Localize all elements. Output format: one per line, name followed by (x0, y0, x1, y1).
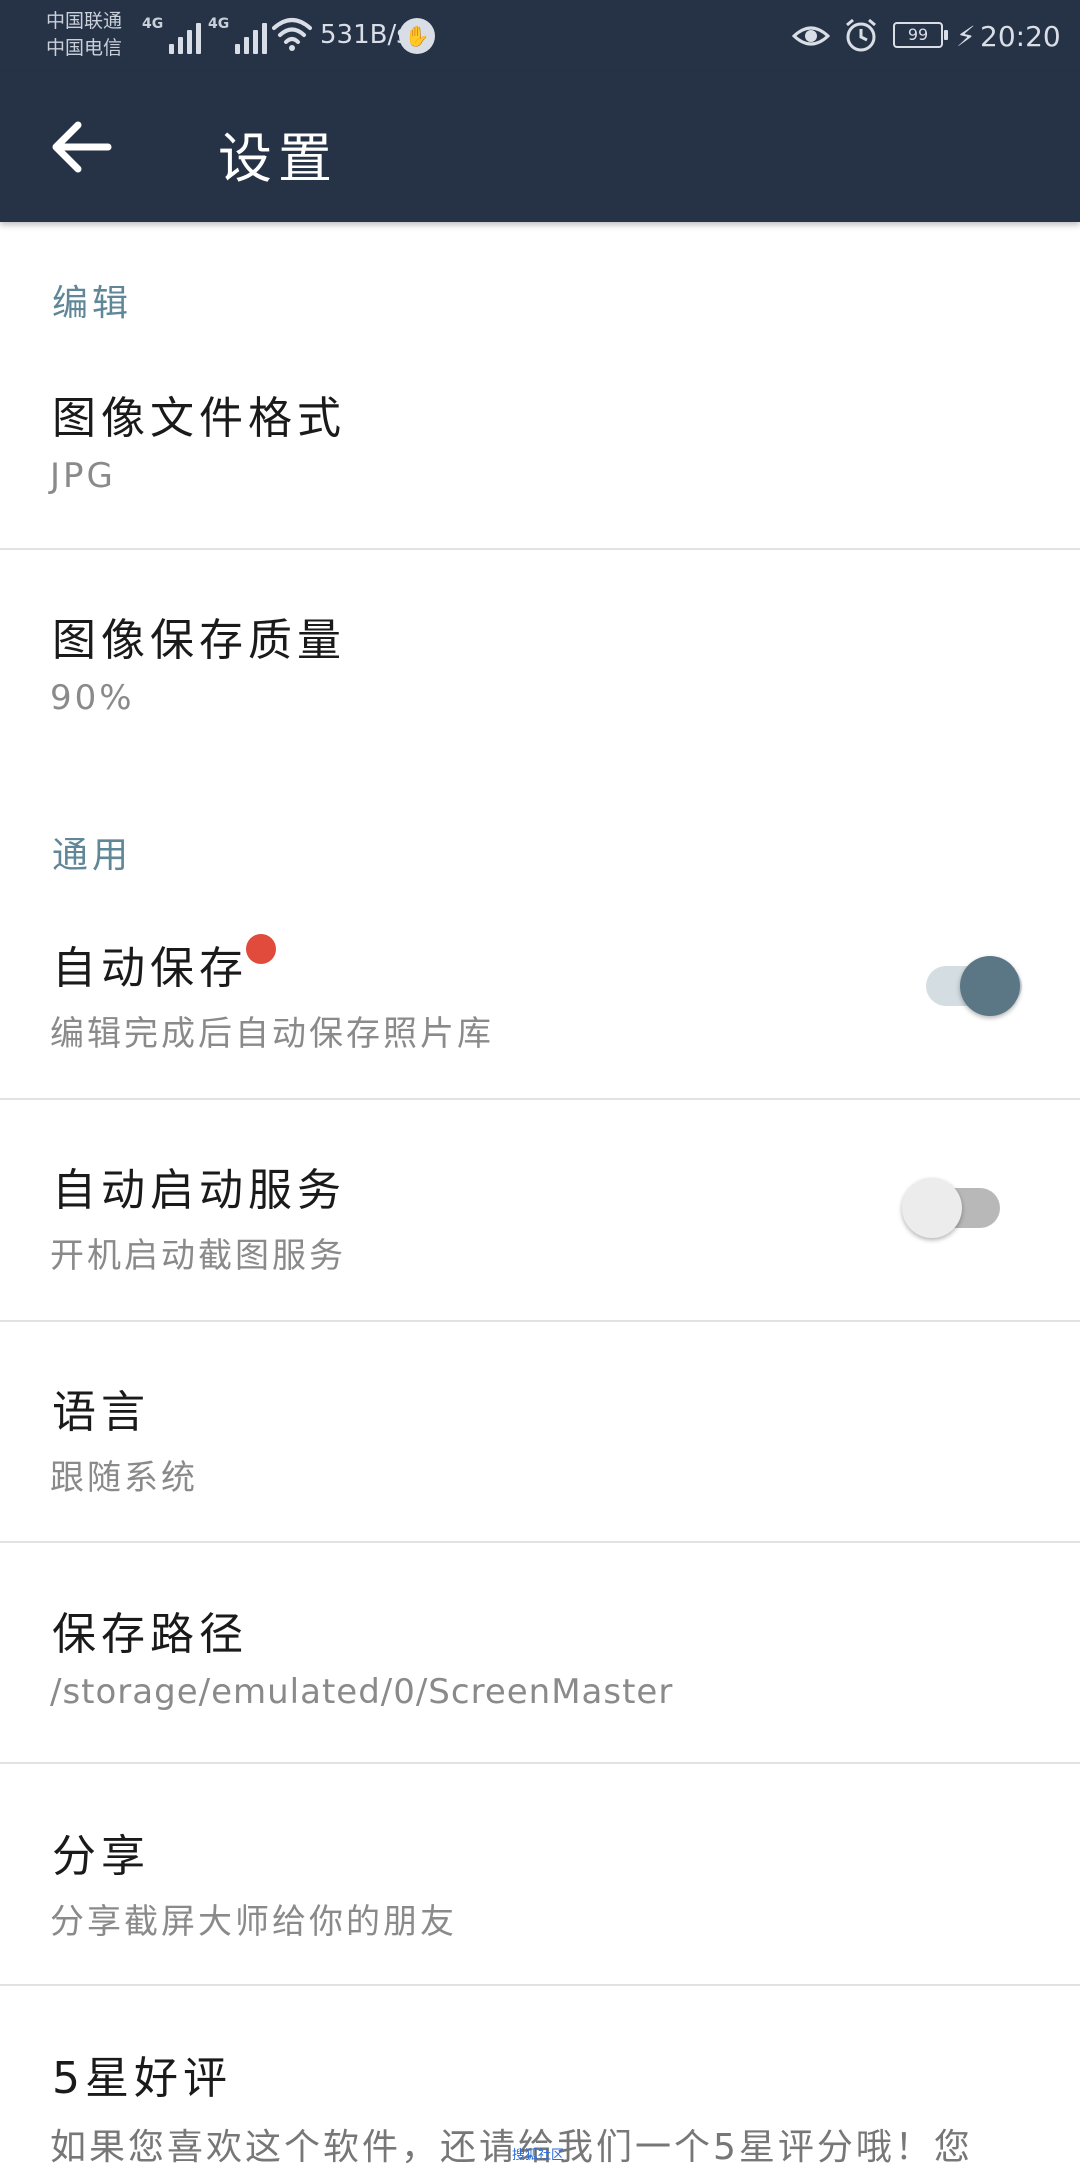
setting-subtitle: JPG (50, 456, 116, 496)
signal-2-icon: 4G (208, 14, 268, 54)
page-title: 设置 (218, 127, 338, 190)
setting-language[interactable]: 语言 跟随系统 (0, 1364, 1080, 1542)
divider (0, 1541, 1080, 1543)
section-header-general: 通用 (52, 835, 133, 876)
signal-1-icon: 4G (142, 14, 202, 54)
setting-auto-save[interactable]: 自动保存 编辑完成后自动保存照片库 (0, 920, 1080, 1098)
hand-icon: ✋ (399, 18, 435, 54)
network-type-1: 4G (142, 16, 164, 32)
setting-save-path[interactable]: 保存路径 /storage/emulated/0/ScreenMaster (0, 1586, 1080, 1764)
setting-title: 保存路径 (52, 1609, 248, 1660)
auto-start-toggle[interactable] (902, 1178, 1000, 1238)
auto-save-toggle[interactable] (926, 956, 1022, 1016)
eye-icon (792, 26, 830, 46)
divider (0, 1320, 1080, 1322)
net-speed: 531B/s (320, 20, 410, 50)
setting-image-format[interactable]: 图像文件格式 JPG (0, 370, 1080, 548)
divider (0, 1762, 1080, 1764)
network-type-2: 4G (208, 16, 230, 32)
watermark: 搜狐社区 (512, 2148, 565, 2163)
setting-title: 5星好评 (52, 2053, 232, 2104)
divider (0, 1098, 1080, 1100)
setting-subtitle: 跟随系统 (50, 1458, 198, 1498)
app-bar: 设置 (0, 72, 1080, 222)
setting-subtitle: 开机启动截图服务 (50, 1236, 346, 1276)
battery-icon: 99 (893, 22, 948, 48)
setting-subtitle: /storage/emulated/0/ScreenMaster (50, 1672, 674, 1712)
setting-rate-5-stars[interactable]: 5星好评 如果您喜欢这个软件，还请给我们一个5星评分哦！您 (0, 2030, 1080, 2168)
setting-share[interactable]: 分享 分享截屏大师给你的朋友 (0, 1808, 1080, 1986)
setting-auto-start-service[interactable]: 自动启动服务 开机启动截图服务 (0, 1142, 1080, 1320)
alarm-icon (846, 18, 876, 52)
toggle-thumb (960, 956, 1020, 1016)
setting-subtitle: 90% (50, 678, 135, 718)
section-header-edit: 编辑 (52, 283, 133, 324)
toggle-thumb (902, 1178, 962, 1238)
setting-title: 分享 (52, 1831, 150, 1882)
new-badge-dot (246, 934, 276, 964)
setting-title: 自动启动服务 (52, 1165, 346, 1216)
carrier-2: 中国电信 (46, 37, 123, 59)
setting-subtitle: 编辑完成后自动保存照片库 (50, 1014, 494, 1054)
back-button[interactable] (44, 114, 124, 180)
battery-level: 99 (907, 25, 929, 44)
wifi-icon (272, 18, 312, 51)
carrier-info: 中国联通 中国电信 (46, 8, 122, 62)
setting-title: 语言 (52, 1387, 150, 1438)
status-bar: 中国联通 中国电信 4G 4G 531B/s ✋ 99 ⚡ 20:20 (0, 0, 1080, 72)
carrier-1: 中国联通 (46, 10, 123, 32)
charging-icon: ⚡ (956, 20, 976, 53)
setting-subtitle: 分享截屏大师给你的朋友 (50, 1902, 457, 1942)
setting-image-quality[interactable]: 图像保存质量 90% (0, 592, 1080, 752)
setting-title: 图像保存质量 (52, 615, 346, 666)
clock: 20:20 (980, 20, 1061, 53)
setting-title: 自动保存 (52, 943, 248, 994)
divider (0, 1984, 1080, 1986)
divider (0, 548, 1080, 550)
setting-title: 图像文件格式 (52, 393, 346, 444)
